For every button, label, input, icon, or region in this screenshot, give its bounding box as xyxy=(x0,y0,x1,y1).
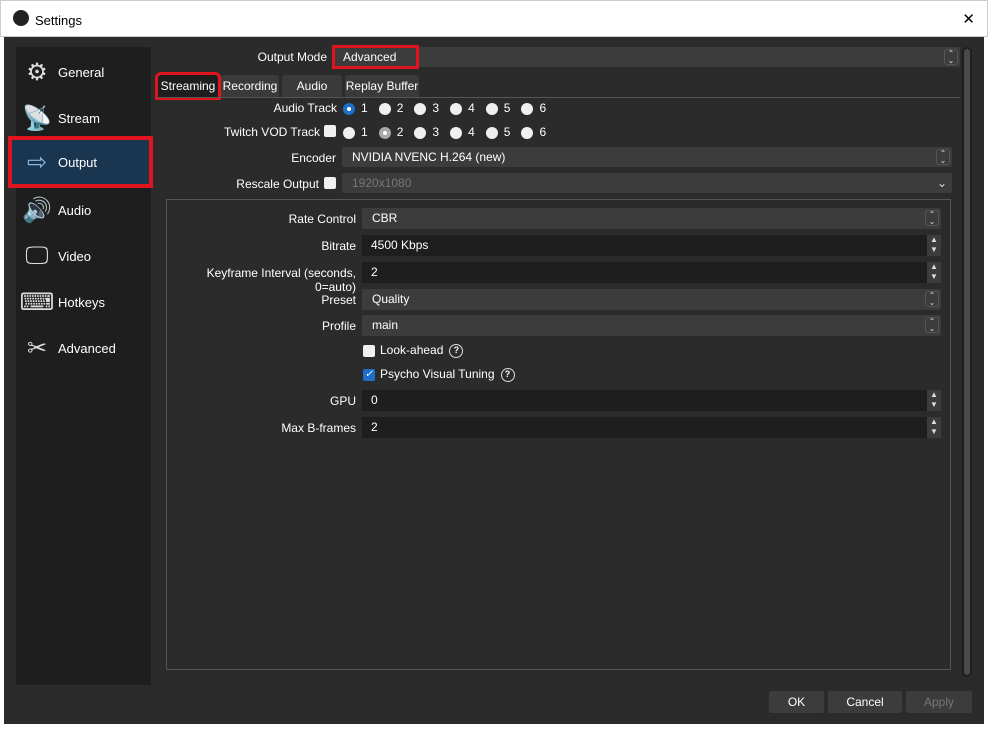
audio-track-label: Audio Track xyxy=(273,101,337,115)
apply-button[interactable]: Apply xyxy=(906,691,972,713)
label: Advanced xyxy=(58,340,116,356)
keyboard-icon: ⌨ xyxy=(19,288,55,316)
close-button[interactable]: ✕ xyxy=(962,10,975,28)
rate-control-select[interactable]: CBR ⌃ ⌄ xyxy=(362,208,941,229)
updown-icon: ⌃ ⌄ xyxy=(925,291,939,307)
vod-track-1[interactable]: 1 xyxy=(343,125,368,139)
vod-track-2[interactable]: 2 xyxy=(378,125,403,139)
output-mode-select[interactable]: Advanced ⌃ ⌄ xyxy=(331,45,960,69)
preset-select[interactable]: Quality ⌃ ⌄ xyxy=(362,289,941,310)
sidebar-item-advanced[interactable]: ✂ Advanced xyxy=(16,325,151,371)
twitch-vod-label: Twitch VOD Track xyxy=(223,125,320,139)
label: Video xyxy=(58,248,92,264)
updown-icon: ⌃ ⌄ xyxy=(936,149,950,165)
label: Stream xyxy=(58,110,100,126)
spin-arrows-icon[interactable]: ▲ ▼ xyxy=(927,417,941,438)
vod-track-6[interactable]: 6 xyxy=(521,125,546,139)
speaker-icon: 🔊 xyxy=(22,196,52,224)
ok-button[interactable]: OK xyxy=(769,691,824,713)
gpu-label: GPU xyxy=(329,394,356,408)
audio-track-5[interactable]: 5 xyxy=(485,101,510,115)
max-bframes-label: Max B-frames xyxy=(281,421,356,435)
psycho-visual-checkbox[interactable]: ✓ Psycho Visual Tuning? xyxy=(363,367,515,382)
tab-replay-buffer[interactable]: Replay Buffer xyxy=(345,75,419,97)
output-monitor-icon: ⇨ xyxy=(26,148,48,176)
cancel-button[interactable]: Cancel xyxy=(828,691,902,713)
chevron-down-icon: ⌄ xyxy=(936,176,947,190)
profile-label: Profile xyxy=(321,319,356,333)
spin-arrows-icon[interactable]: ▲ ▼ xyxy=(927,390,941,411)
window-title: Settings xyxy=(35,13,82,28)
obs-logo-icon xyxy=(13,10,29,26)
audio-track-6[interactable]: 6 xyxy=(521,101,546,115)
label: General xyxy=(58,64,105,80)
sidebar-item-stream[interactable]: 📡 Stream xyxy=(16,95,151,141)
bitrate-label: Bitrate xyxy=(321,239,356,253)
title-bar: Settings ✕ xyxy=(0,0,988,37)
updown-icon: ⌃ ⌄ xyxy=(925,317,939,333)
help-icon[interactable]: ? xyxy=(500,367,515,382)
value: Advanced xyxy=(331,45,420,69)
spin-arrows-icon[interactable]: ▲ ▼ xyxy=(927,262,941,283)
audio-track-4[interactable]: 4 xyxy=(450,101,475,115)
twitch-vod-radios: 1 2 3 4 5 6 xyxy=(343,125,546,139)
max-bframes-spinbox[interactable]: 2 ▲ ▼ xyxy=(362,417,941,438)
sidebar-item-audio[interactable]: 🔊 Audio xyxy=(16,187,151,233)
preset-label: Preset xyxy=(321,293,356,307)
keyframe-label: Keyframe Interval (seconds, 0=auto) xyxy=(206,266,356,294)
label: Hotkeys xyxy=(58,294,105,310)
audio-track-radios: 1 2 3 4 5 6 xyxy=(343,101,546,115)
gear-icon: ⚙ xyxy=(26,58,48,86)
vod-track-3[interactable]: 3 xyxy=(414,125,439,139)
audio-track-1[interactable]: 1 xyxy=(343,101,368,115)
value: NVIDIA NVENC H.264 (new) xyxy=(352,150,506,164)
gpu-spinbox[interactable]: 0 ▲ ▼ xyxy=(362,390,941,411)
sidebar: ⚙ General 📡 Stream ⇨ Output 🔊 Audio 🖵 Video ⌨… xyxy=(8,47,153,685)
antenna-icon: 📡 xyxy=(22,104,52,132)
sidebar-item-general[interactable]: ⚙ General xyxy=(16,49,151,95)
label: Output xyxy=(58,154,98,170)
help-icon[interactable]: ? xyxy=(449,343,464,358)
sidebar-item-output[interactable]: ⇨ Output xyxy=(8,136,153,188)
tools-icon: ✂ xyxy=(26,334,48,362)
keyframe-spinbox[interactable]: 2 ▲ ▼ xyxy=(362,262,941,283)
vod-track-4[interactable]: 4 xyxy=(450,125,475,139)
twitch-vod-checkbox[interactable] xyxy=(324,125,336,137)
rescale-output-checkbox[interactable] xyxy=(324,177,336,189)
output-mode-label: Output Mode xyxy=(257,50,327,64)
lookahead-checkbox[interactable]: Look-ahead? xyxy=(363,343,464,358)
label: Audio xyxy=(58,202,92,218)
updown-icon: ⌃ ⌄ xyxy=(925,210,939,226)
encoder-select[interactable]: NVIDIA NVENC H.264 (new) ⌃ ⌄ xyxy=(342,147,952,167)
tab-streaming[interactable]: Streaming xyxy=(155,72,221,100)
value: 1920x1080 xyxy=(352,176,412,190)
updown-icon: ⌃ ⌄ xyxy=(944,49,958,65)
sidebar-item-video[interactable]: 🖵 Video xyxy=(16,233,151,279)
rate-control-label: Rate Control xyxy=(288,212,356,226)
bitrate-spinbox[interactable]: 4500 Kbps ▲ ▼ xyxy=(362,235,941,256)
tab-recording[interactable]: Recording xyxy=(221,75,279,97)
encoder-label: Encoder xyxy=(291,151,336,165)
rescale-resolution-select[interactable]: 1920x1080 ⌄ xyxy=(342,173,952,193)
spin-arrows-icon[interactable]: ▲ ▼ xyxy=(927,235,941,256)
scrollbar-thumb[interactable] xyxy=(964,49,970,675)
audio-track-3[interactable]: 3 xyxy=(414,101,439,115)
vod-track-5[interactable]: 5 xyxy=(485,125,510,139)
scrollbar[interactable] xyxy=(962,47,972,677)
sidebar-item-hotkeys[interactable]: ⌨ Hotkeys xyxy=(16,279,151,325)
monitor-icon: 🖵 xyxy=(25,242,49,269)
tab-audio[interactable]: Audio xyxy=(282,75,342,97)
audio-track-2[interactable]: 2 xyxy=(378,101,403,115)
profile-select[interactable]: main ⌃ ⌄ xyxy=(362,315,941,336)
rescale-output-label: Rescale Output xyxy=(236,177,319,191)
